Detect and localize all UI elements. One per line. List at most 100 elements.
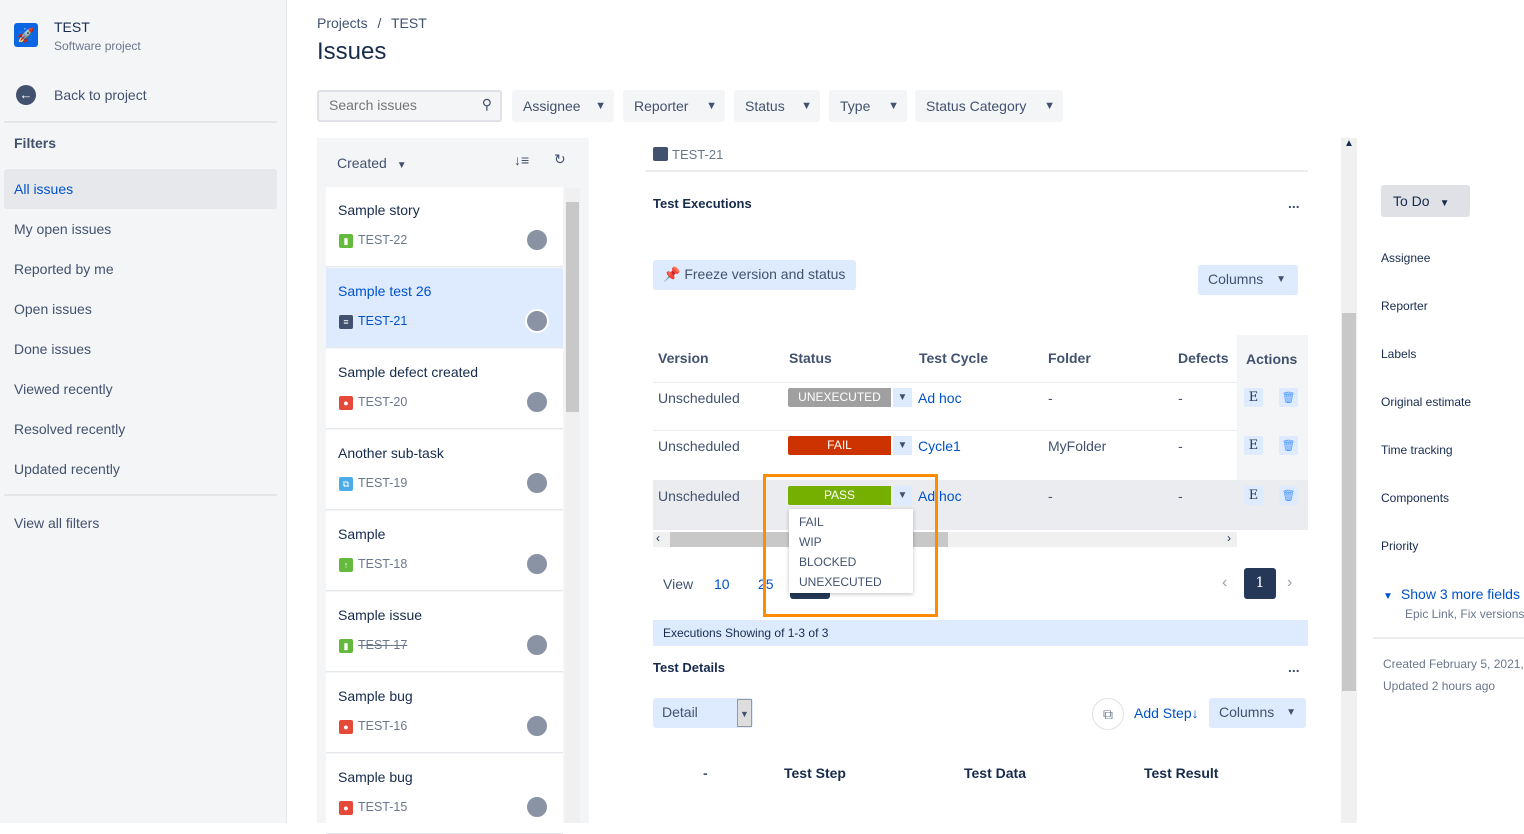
issue-card[interactable]: Sample bug ● TEST-16 — [326, 673, 563, 753]
freeze-version-button[interactable]: 📌 Freeze version and status — [653, 260, 856, 290]
search-input[interactable]: ⚲ — [317, 90, 502, 122]
issue-title: Sample bug — [338, 688, 413, 704]
version-cell: Unscheduled — [658, 390, 740, 406]
sidebar-item-viewed-recently[interactable]: Viewed recently — [4, 369, 277, 409]
view-10-option[interactable]: 10 — [714, 576, 730, 592]
subtask-icon: ⧉ — [339, 477, 353, 491]
status-badge[interactable]: FAIL — [788, 436, 891, 455]
sidebar-item-updated-recently[interactable]: Updated recently — [4, 449, 277, 489]
breadcrumb-projects[interactable]: Projects — [317, 15, 368, 31]
back-to-project-link[interactable]: ← Back to project — [14, 84, 214, 106]
test-executions-title: Test Executions — [653, 196, 752, 211]
status-dropdown-chevron-icon[interactable]: ▼ — [893, 436, 912, 455]
sidebar-item-resolved-recently[interactable]: Resolved recently — [4, 409, 277, 449]
test-details-title: Test Details — [653, 660, 726, 675]
issue-title: Sample defect created — [338, 364, 479, 380]
issue-key: TEST-18 — [358, 557, 408, 571]
add-step-button[interactable]: Add Step↓ — [1134, 705, 1199, 721]
story-icon: ▮ — [339, 234, 353, 248]
story-icon: ▮ — [339, 639, 353, 653]
sidebar-item-done-issues[interactable]: Done issues — [4, 329, 277, 369]
reporter-filter[interactable]: Reporter ▼ — [623, 90, 725, 122]
horizontal-scrollbar[interactable]: ‹ › — [653, 531, 1237, 547]
scrollbar-thumb[interactable] — [566, 202, 579, 412]
arrow-left-icon: ← — [16, 85, 36, 105]
test-cycle-link[interactable]: Cycle1 — [918, 438, 961, 454]
issue-key: TEST-16 — [358, 719, 408, 733]
more-actions-button[interactable]: ... — [1288, 195, 1300, 211]
issue-title: Sample story — [338, 202, 420, 218]
trash-icon[interactable]: 🗑 — [1279, 486, 1298, 505]
assignee-filter[interactable]: Assignee ▼ — [512, 90, 614, 122]
issue-key: TEST-19 — [358, 476, 408, 490]
execute-button[interactable]: E — [1244, 436, 1263, 455]
detail-mode-select[interactable]: Detail ▼ — [653, 698, 753, 728]
execute-button[interactable]: E — [1244, 486, 1263, 505]
issue-card[interactable]: Sample bug ● TEST-15 — [326, 754, 563, 834]
status-filter[interactable]: Status ▼ — [734, 90, 820, 122]
breadcrumb-project[interactable]: TEST — [391, 15, 427, 31]
status-transition-button[interactable]: To Do ▼ — [1381, 185, 1470, 217]
sidebar-item-open-issues[interactable]: Open issues — [4, 289, 277, 329]
next-page-icon[interactable]: › — [1287, 574, 1292, 592]
project-type: Software project — [54, 39, 141, 53]
issue-card[interactable]: Sample story ▮ TEST-22 — [326, 187, 563, 267]
columns-button[interactable]: Columns ▼ — [1198, 265, 1298, 295]
avatar — [525, 228, 549, 252]
test-details-columns-button[interactable]: Columns ▼ — [1209, 698, 1306, 728]
issue-card[interactable]: Sample ↑ TEST-18 — [326, 511, 563, 591]
highlight-box — [763, 474, 938, 617]
scroll-left-icon: ‹ — [656, 531, 660, 545]
issue-card[interactable]: Another sub-task ⧉ TEST-19 — [326, 430, 563, 510]
field-label: Original estimate — [1381, 395, 1472, 409]
column-header-status[interactable]: Status — [789, 350, 832, 366]
prev-page-icon[interactable]: ‹ — [1222, 574, 1227, 592]
avatar — [525, 471, 549, 495]
column-header-test-cycle[interactable]: Test Cycle — [919, 350, 988, 366]
sort-dropdown[interactable]: Created ▼ — [337, 155, 407, 171]
chevron-down-icon: ▼ — [1439, 198, 1450, 209]
chevron-down-icon: ▼ — [1286, 707, 1296, 718]
column-header-folder[interactable]: Folder — [1048, 350, 1091, 366]
sidebar-item-all-issues[interactable]: All issues — [4, 169, 277, 209]
selected-row-bg — [653, 480, 1308, 530]
issue-title: Sample issue — [338, 607, 423, 623]
trash-icon[interactable]: 🗑 — [1279, 388, 1298, 407]
scrollbar[interactable] — [565, 188, 580, 823]
field-label: Priority — [1381, 539, 1419, 553]
status-category-filter[interactable]: Status Category ▼ — [915, 90, 1063, 122]
chevron-down-icon: ▼ — [595, 100, 606, 112]
scrollbar-thumb — [1342, 313, 1356, 691]
issue-card[interactable]: Sample defect created ● TEST-20 — [326, 349, 563, 429]
sidebar-item-reported-by-me[interactable]: Reported by me — [4, 249, 277, 289]
field-label: Labels — [1381, 347, 1417, 361]
type-filter[interactable]: Type ▼ — [829, 90, 907, 122]
detail-scrollbar[interactable]: ▲ — [1341, 138, 1357, 823]
column-header-defects[interactable]: Defects — [1178, 350, 1229, 366]
show-more-fields-link[interactable]: ▼ Show 3 more fields — [1383, 586, 1520, 602]
refresh-icon[interactable]: ↻ — [554, 151, 566, 168]
scroll-up-icon: ▲ — [1344, 138, 1354, 149]
issue-card[interactable]: Sample issue ▮ TEST-17 — [326, 592, 563, 672]
test-cycle-link[interactable]: Ad hoc — [918, 390, 962, 406]
created-date: Created February 5, 2021, 1 — [1383, 657, 1524, 671]
status-dropdown-chevron-icon[interactable]: ▼ — [893, 388, 912, 407]
clone-icon[interactable]: ⧉ — [1092, 698, 1124, 730]
page-1-button[interactable]: 1 — [1244, 568, 1276, 599]
chevron-down-icon: ▼ — [396, 160, 407, 171]
column-header-version[interactable]: Version — [658, 350, 709, 366]
sidebar-item-my-open-issues[interactable]: My open issues — [4, 209, 277, 249]
issue-card[interactable]: Sample test 26 ≡ TEST-21 — [326, 268, 563, 348]
search-field[interactable] — [329, 97, 469, 113]
view-label: View — [663, 576, 694, 592]
trash-icon[interactable]: 🗑 — [1279, 436, 1298, 455]
sidebar: 🚀 TEST Software project ← Back to projec… — [0, 0, 287, 823]
view-all-filters-link[interactable]: View all filters — [4, 503, 277, 543]
back-label: Back to project — [54, 87, 147, 103]
execute-button[interactable]: E — [1244, 388, 1263, 407]
issue-title: Sample — [338, 526, 386, 542]
status-badge[interactable]: UNEXECUTED — [788, 388, 891, 407]
test-details-more-button[interactable]: ... — [1288, 659, 1300, 675]
chevron-down-icon: ▼ — [737, 699, 752, 727]
sort-order-icon[interactable]: ↓≡ — [514, 152, 529, 168]
